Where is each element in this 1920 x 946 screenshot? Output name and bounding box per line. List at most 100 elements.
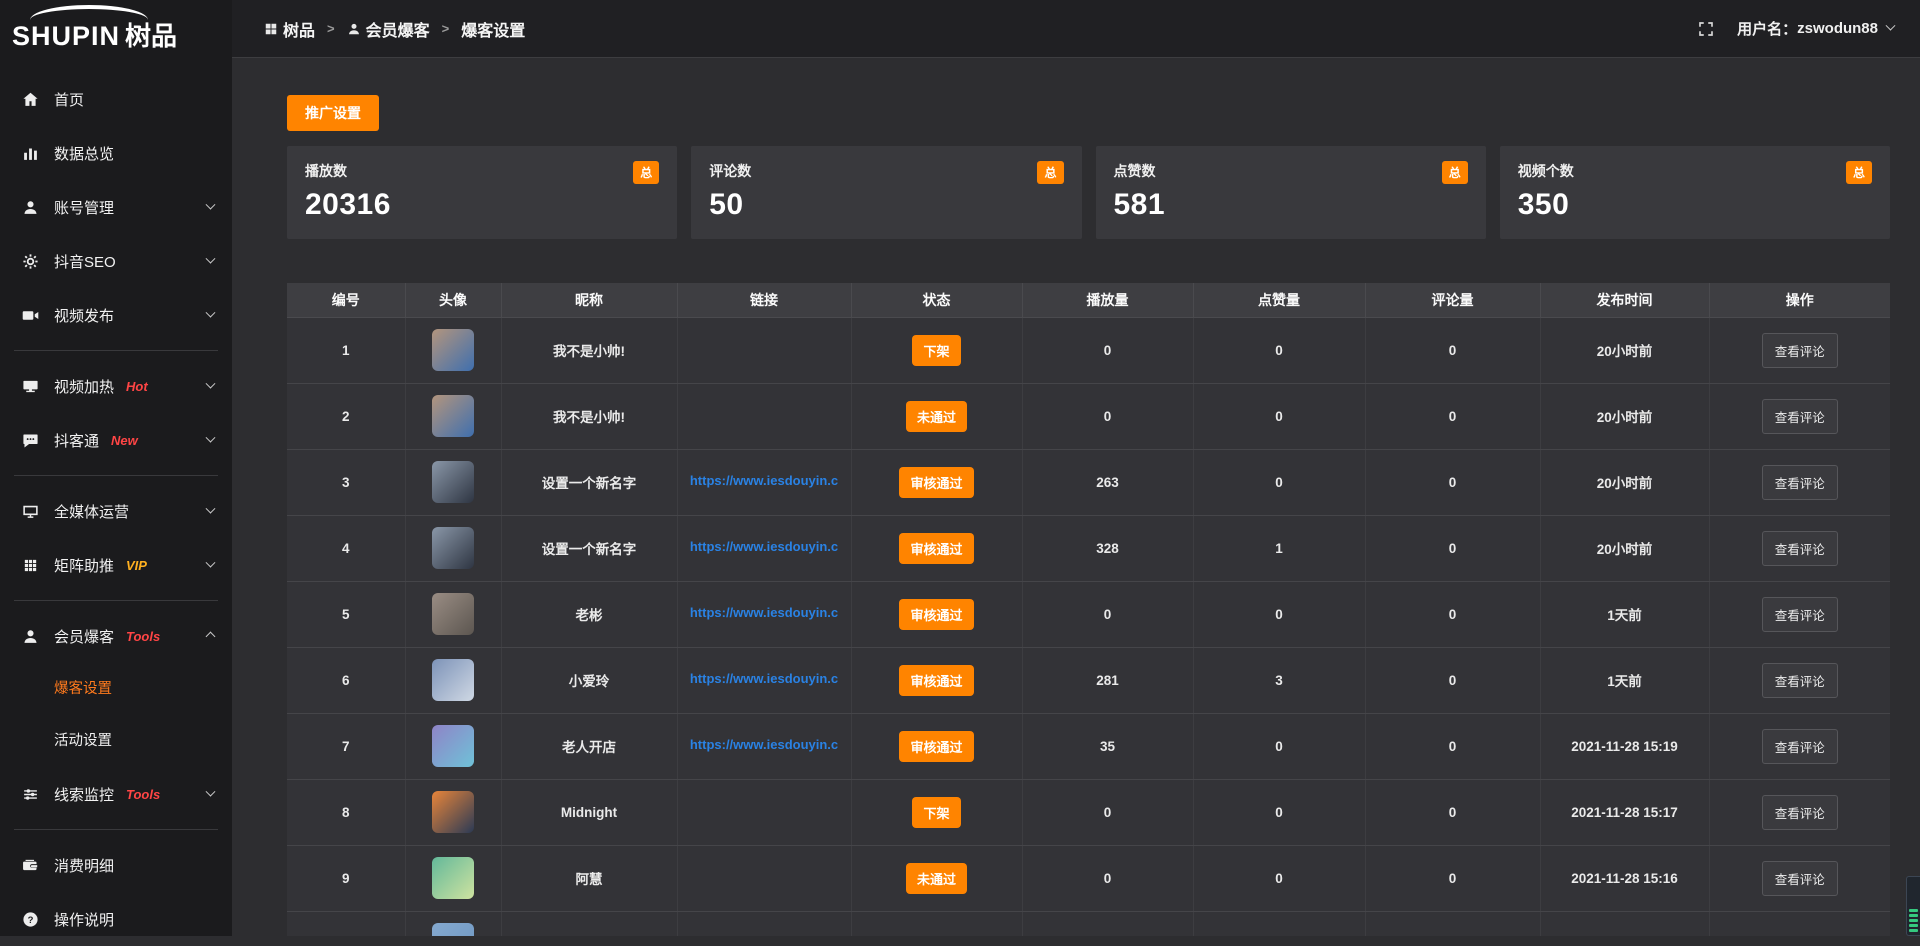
comments-cell: 0 xyxy=(1365,779,1540,845)
avatar[interactable] xyxy=(432,857,474,899)
status-badge[interactable]: 下架 xyxy=(912,335,960,366)
sidebar-item-tag: Tools xyxy=(126,787,160,802)
status-badge[interactable]: 审核通过 xyxy=(899,665,973,696)
status-badge[interactable]: 下架 xyxy=(912,797,960,828)
table-row xyxy=(287,911,1890,936)
total-badge: 总 xyxy=(1037,161,1063,184)
table-row: 3 设置一个新名字 https://www.iesdouyin.c 审核通过 2… xyxy=(287,449,1890,515)
fullscreen-icon[interactable] xyxy=(1697,20,1715,38)
video-link[interactable]: https://www.iesdouyin.c xyxy=(690,671,838,686)
status-badge[interactable]: 审核通过 xyxy=(899,533,973,564)
comments-cell: 0 xyxy=(1365,845,1540,911)
breadcrumb-item[interactable]: 会员爆客 > xyxy=(347,17,462,41)
video-link[interactable]: https://www.iesdouyin.c xyxy=(690,473,838,488)
status-badge[interactable]: 审核通过 xyxy=(899,467,973,498)
user-menu[interactable]: 用户名：zswodun88 xyxy=(1737,18,1894,39)
view-comments-button[interactable]: 查看评论 xyxy=(1762,465,1838,500)
avatar[interactable] xyxy=(432,659,474,701)
sliders-icon xyxy=(22,786,39,803)
status-badge[interactable]: 未通过 xyxy=(906,863,967,894)
publish-time-cell: 2021-11-28 15:19 xyxy=(1540,713,1709,779)
view-comments-button[interactable]: 查看评论 xyxy=(1762,729,1838,764)
grid-icon xyxy=(22,557,39,574)
sidebar-item[interactable]: 抖客通 New xyxy=(0,413,232,467)
view-comments-button[interactable]: 查看评论 xyxy=(1762,861,1838,896)
avatar[interactable] xyxy=(432,527,474,569)
sidebar-item-label: 视频发布 xyxy=(54,305,114,326)
table-row: 7 老人开店 https://www.iesdouyin.c 审核通过 35 0… xyxy=(287,713,1890,779)
row-id: 1 xyxy=(287,317,405,383)
sidebar-item[interactable]: 会员爆客 Tools xyxy=(0,609,232,663)
sidebar-item-tag: Hot xyxy=(126,379,148,394)
view-comments-button[interactable]: 查看评论 xyxy=(1762,597,1838,632)
username-label: 用户名： xyxy=(1737,18,1797,39)
sidebar-item[interactable]: 视频加热 Hot xyxy=(0,359,232,413)
publish-time-cell: 1天前 xyxy=(1540,647,1709,713)
view-comments-button[interactable]: 查看评论 xyxy=(1762,663,1838,698)
avatar[interactable] xyxy=(432,593,474,635)
video-link[interactable]: https://www.iesdouyin.c xyxy=(690,539,838,554)
stat-card: 点赞数 总 581 xyxy=(1096,146,1486,239)
sidebar-item[interactable]: 抖音SEO xyxy=(0,234,232,288)
sidebar-item[interactable]: 账号管理 xyxy=(0,180,232,234)
logo-text-cn: 树品 xyxy=(125,21,177,51)
sidebar-item[interactable]: 线索监控 Tools xyxy=(0,767,232,821)
status-badge[interactable]: 审核通过 xyxy=(899,731,973,762)
video-link[interactable]: https://www.iesdouyin.c xyxy=(690,605,838,620)
sidebar-subitem[interactable]: 活动设置 xyxy=(0,715,232,767)
column-header: 播放量 xyxy=(1022,283,1193,317)
sidebar-item[interactable]: 操作说明 xyxy=(0,892,232,946)
likes-cell: 0 xyxy=(1193,779,1365,845)
row-id: 2 xyxy=(287,383,405,449)
chevron-down-icon xyxy=(1886,21,1896,31)
sidebar-item[interactable]: 全媒体运营 xyxy=(0,484,232,538)
table-row: 1 我不是小帅! 下架 0 0 0 20小时前 查看评论 xyxy=(287,317,1890,383)
nickname-cell: 我不是小帅! xyxy=(501,383,677,449)
sidebar-item-label: 账号管理 xyxy=(54,197,114,218)
avatar[interactable] xyxy=(432,791,474,833)
avatar[interactable] xyxy=(432,923,474,936)
status-badge[interactable]: 未通过 xyxy=(906,401,967,432)
column-header: 发布时间 xyxy=(1540,283,1709,317)
sidebar-submenu: 爆客设置活动设置 xyxy=(0,663,232,767)
sidebar-item[interactable]: 数据总览 xyxy=(0,126,232,180)
main-content: 推广设置 播放数 总 20316 评论数 总 50 点赞数 xyxy=(232,58,1920,936)
avatar[interactable] xyxy=(432,395,474,437)
sidebar-item[interactable]: 首页 xyxy=(0,72,232,126)
column-header: 点赞量 xyxy=(1193,283,1365,317)
promotion-settings-button[interactable]: 推广设置 xyxy=(287,95,379,131)
status-badge[interactable]: 审核通过 xyxy=(899,599,973,630)
plays-cell: 0 xyxy=(1022,581,1193,647)
view-comments-button[interactable]: 查看评论 xyxy=(1762,399,1838,434)
likes-cell: 3 xyxy=(1193,647,1365,713)
row-id: 6 xyxy=(287,647,405,713)
view-comments-button[interactable]: 查看评论 xyxy=(1762,531,1838,566)
view-comments-button[interactable]: 查看评论 xyxy=(1762,333,1838,368)
sidebar-item[interactable]: 消费明细 xyxy=(0,838,232,892)
sidebar-subitem[interactable]: 爆客设置 xyxy=(0,663,232,715)
breadcrumb-item[interactable]: 爆客设置 > xyxy=(461,17,525,41)
avatar[interactable] xyxy=(432,725,474,767)
comments-cell: 0 xyxy=(1365,647,1540,713)
view-comments-button[interactable]: 查看评论 xyxy=(1762,795,1838,830)
stat-label: 评论数 xyxy=(709,161,751,181)
plays-cell: 328 xyxy=(1022,515,1193,581)
chat-icon xyxy=(22,432,39,449)
sidebar-item[interactable]: 视频发布 xyxy=(0,288,232,342)
sidebar-item[interactable]: 矩阵助推 VIP xyxy=(0,538,232,592)
sidebar-item-label: 抖客通 xyxy=(54,430,99,451)
divider xyxy=(14,829,218,830)
sidebar-item-label: 视频加热 xyxy=(54,376,114,397)
video-link[interactable]: https://www.iesdouyin.c xyxy=(690,737,838,752)
stat-cards: 播放数 总 20316 评论数 总 50 点赞数 总 581 xyxy=(287,146,1890,239)
sidebar-item-label: 矩阵助推 xyxy=(54,555,114,576)
stat-label: 播放数 xyxy=(305,161,347,181)
divider xyxy=(14,350,218,351)
avatar[interactable] xyxy=(432,329,474,371)
avatar[interactable] xyxy=(432,461,474,503)
page-widget[interactable] xyxy=(1906,876,1920,936)
comments-cell xyxy=(1365,911,1540,936)
plays-cell: 35 xyxy=(1022,713,1193,779)
topbar: 树品 > 会员爆客 > 爆客设置 > 用户名：zswodun88 xyxy=(232,0,1920,58)
breadcrumb-item[interactable]: 树品 > xyxy=(264,17,347,41)
